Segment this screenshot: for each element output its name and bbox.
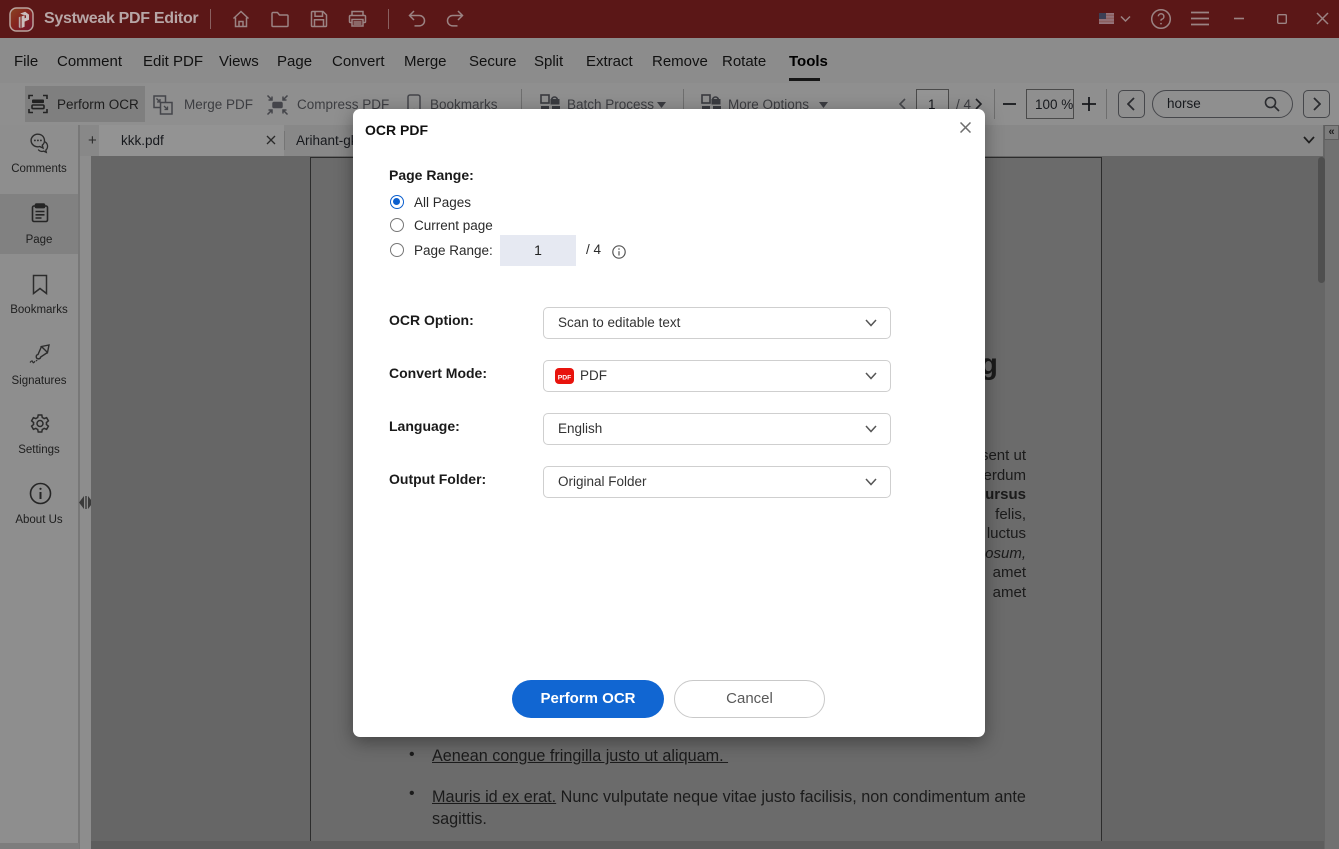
svg-text:PDF: PDF — [558, 375, 572, 382]
